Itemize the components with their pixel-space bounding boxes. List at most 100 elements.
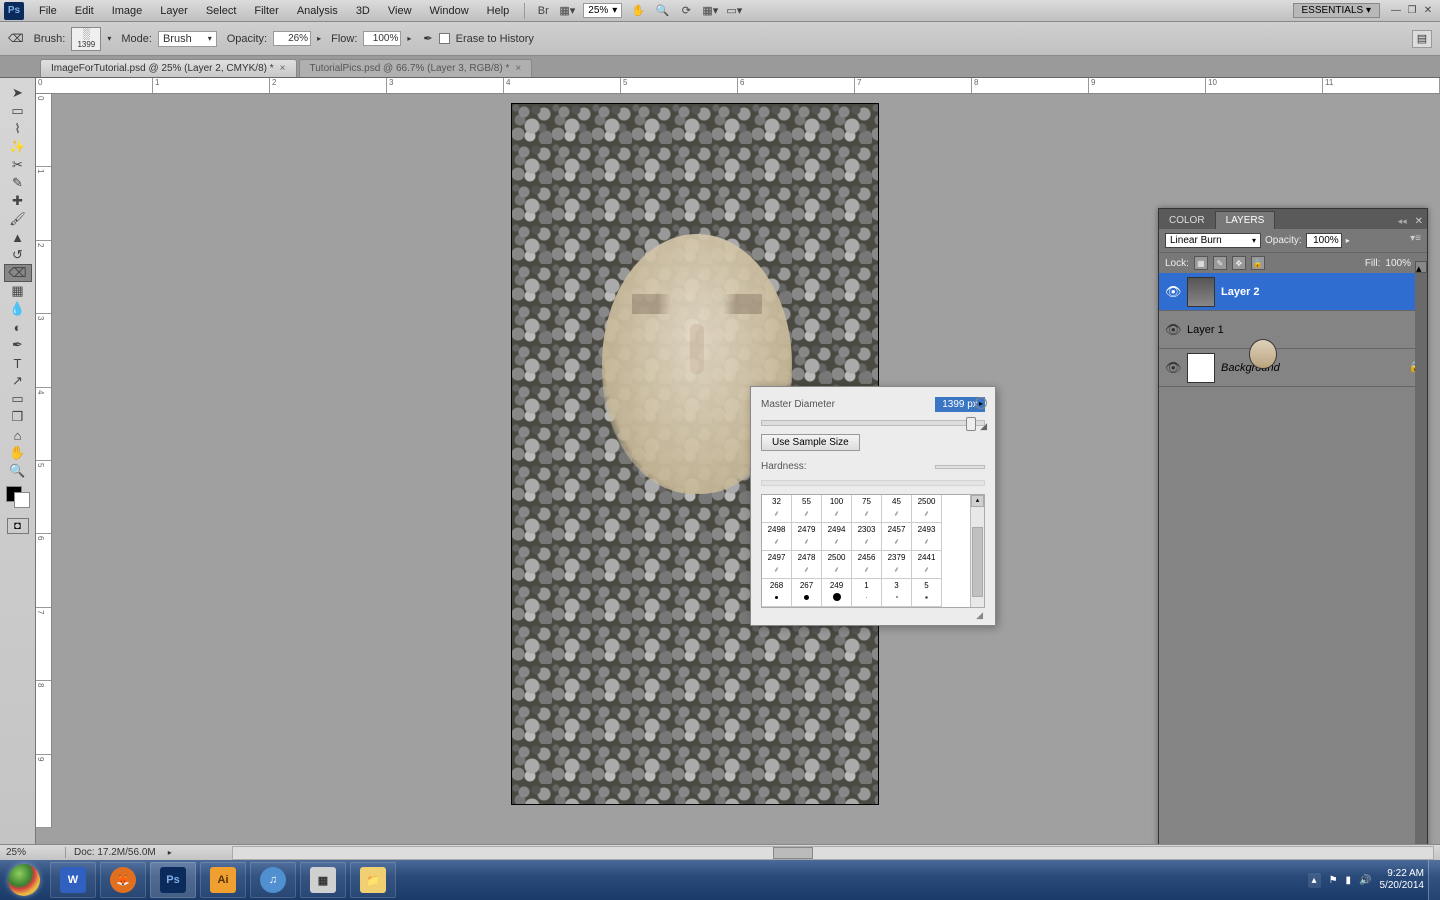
brush-preset[interactable]: 2479⸙ [792, 523, 822, 551]
wand-tool-icon[interactable]: ✨ [4, 138, 32, 156]
menu-help[interactable]: Help [478, 3, 519, 19]
panel-grip-icon[interactable]: ◂◂ [1394, 214, 1411, 229]
fill-input[interactable]: 100% [1385, 258, 1411, 269]
brush-preset[interactable]: 2497⸙ [762, 551, 792, 579]
brush-preset[interactable]: 268 [762, 579, 792, 607]
panel-menu-icon[interactable]: ▾≡ [1406, 231, 1425, 246]
brush-preset[interactable]: 2493⸙ [912, 523, 942, 551]
brush-preset[interactable]: 45⸙ [882, 495, 912, 523]
eyedropper-tool-icon[interactable]: ✎ [4, 174, 32, 192]
scroll-thumb[interactable] [972, 527, 983, 597]
history-brush-icon[interactable]: ↺ [4, 246, 32, 264]
window-close[interactable]: ✕ [1420, 4, 1436, 18]
taskbar-word[interactable]: W [50, 862, 96, 898]
taskbar-illustrator[interactable]: Ai [200, 862, 246, 898]
hand-tool-icon[interactable]: ✋ [4, 444, 32, 462]
panel-scrollbar[interactable]: ▴ [1415, 261, 1427, 847]
menu-edit[interactable]: Edit [66, 3, 103, 19]
stamp-tool-icon[interactable]: ▲ [4, 228, 32, 246]
tab-imagefortutorial[interactable]: ImageForTutorial.psd @ 25% (Layer 2, CMY… [40, 59, 297, 77]
panel-toggle-icon[interactable]: ▤ [1412, 30, 1432, 48]
screen-mode-icon[interactable]: ▭▾ [725, 3, 743, 19]
tab-tutorialpics[interactable]: TutorialPics.psd @ 66.7% (Layer 3, RGB/8… [299, 59, 533, 77]
gradient-tool-icon[interactable]: ▦ [4, 282, 32, 300]
menu-view[interactable]: View [379, 3, 421, 19]
layer-thumbnail[interactable] [1187, 277, 1215, 307]
rotate-view-icon[interactable]: ⟳ [677, 3, 695, 19]
crop-tool-icon[interactable]: ✂ [4, 156, 32, 174]
taskbar-calculator[interactable]: ▦ [300, 862, 346, 898]
taskbar-itunes[interactable]: ♫ [250, 862, 296, 898]
menu-select[interactable]: Select [197, 3, 246, 19]
menu-filter[interactable]: Filter [245, 3, 287, 19]
lock-transparent-icon[interactable]: ▦ [1194, 256, 1208, 270]
blur-tool-icon[interactable]: 💧 [4, 300, 32, 318]
diameter-slider[interactable] [761, 420, 985, 426]
close-icon[interactable]: × [280, 63, 286, 74]
status-doc-size[interactable]: Doc: 17.2M/56.0M [66, 847, 164, 858]
brush-preset[interactable]: 2441⸙ [912, 551, 942, 579]
layer-row[interactable]: 👁 Background 🔒 [1159, 349, 1427, 387]
menu-3d[interactable]: 3D [347, 3, 379, 19]
mini-bridge-icon[interactable]: ▦▾ [558, 3, 576, 19]
taskbar-photoshop[interactable]: Ps [150, 862, 196, 898]
tab-layers[interactable]: LAYERS [1215, 211, 1276, 229]
dodge-tool-icon[interactable]: ◐ [4, 318, 32, 336]
layer-opacity-input[interactable]: 100% [1306, 233, 1342, 248]
clock[interactable]: 9:22 AM 5/20/2014 [1380, 868, 1425, 892]
zoom-combo[interactable]: 25%▾ [583, 3, 622, 18]
close-icon[interactable]: × [515, 63, 521, 74]
start-button[interactable] [0, 860, 48, 900]
color-swatch[interactable] [6, 486, 30, 508]
network-icon[interactable]: ▮ [1346, 875, 1352, 886]
workspace-switcher[interactable]: ESSENTIALS ▾ [1293, 3, 1381, 18]
brush-preset[interactable]: 2500⸙ [822, 551, 852, 579]
lock-position-icon[interactable]: ✥ [1232, 256, 1246, 270]
brush-preset[interactable]: 100⸙ [822, 495, 852, 523]
brush-preset[interactable]: 2494⸙ [822, 523, 852, 551]
taskbar-explorer[interactable]: 📁 [350, 862, 396, 898]
lock-pixels-icon[interactable]: ✎ [1213, 256, 1227, 270]
brush-picker[interactable]: ░ 1399 [71, 27, 101, 51]
brush-preset[interactable]: 249 [822, 579, 852, 607]
panel-close-icon[interactable]: ✕ [1411, 214, 1427, 229]
flow-input[interactable]: 100% [363, 31, 401, 46]
brush-preset[interactable]: 2456⸙ [852, 551, 882, 579]
type-tool-icon[interactable]: T [4, 354, 32, 372]
pen-tool-icon[interactable]: ✒ [4, 336, 32, 354]
erase-history-checkbox[interactable] [439, 33, 450, 44]
brush-preset[interactable]: 55⸙ [792, 495, 822, 523]
zoom-tool-icon[interactable]: 🔍 [4, 462, 32, 480]
brush-preset[interactable]: 2379⸙ [882, 551, 912, 579]
layer-row[interactable]: 👁 Layer 2 [1159, 273, 1427, 311]
layer-name[interactable]: Layer 1 [1187, 324, 1421, 336]
brush-preset[interactable]: 5 [912, 579, 942, 607]
tab-color[interactable]: COLOR [1159, 212, 1215, 229]
show-desktop-button[interactable] [1428, 860, 1440, 900]
brush-preset[interactable]: 267 [792, 579, 822, 607]
quickmask-icon[interactable]: ◘ [7, 518, 29, 534]
marquee-tool-icon[interactable]: ▭ [4, 102, 32, 120]
visibility-icon[interactable]: 👁 [1165, 322, 1181, 338]
shape-tool-icon[interactable]: ▭ [4, 390, 32, 408]
scroll-up-icon[interactable]: ▴ [971, 495, 984, 507]
status-zoom[interactable]: 25% [6, 847, 66, 858]
layer-name[interactable]: Layer 2 [1221, 286, 1421, 298]
brush-preset[interactable]: 2478⸙ [792, 551, 822, 579]
visibility-icon[interactable]: 👁 [1165, 284, 1181, 300]
bridge-icon[interactable]: Br [534, 3, 552, 19]
layer-thumbnail[interactable] [1187, 353, 1215, 383]
taskbar-firefox[interactable]: 🦊 [100, 862, 146, 898]
scroll-thumb[interactable] [773, 847, 813, 859]
brush-tool-icon[interactable]: 🖌 [4, 210, 32, 228]
blend-mode-combo[interactable]: Linear Burn▾ [1165, 233, 1261, 248]
brush-preset[interactable]: 1 [852, 579, 882, 607]
menu-image[interactable]: Image [103, 3, 152, 19]
brush-preset[interactable]: 2500⸙ [912, 495, 942, 523]
menu-analysis[interactable]: Analysis [288, 3, 347, 19]
lasso-tool-icon[interactable]: ⌇ [4, 120, 32, 138]
menu-file[interactable]: File [30, 3, 66, 19]
layer-thumbnail[interactable] [1249, 339, 1277, 369]
menu-layer[interactable]: Layer [151, 3, 197, 19]
opacity-input[interactable]: 26% [273, 31, 311, 46]
